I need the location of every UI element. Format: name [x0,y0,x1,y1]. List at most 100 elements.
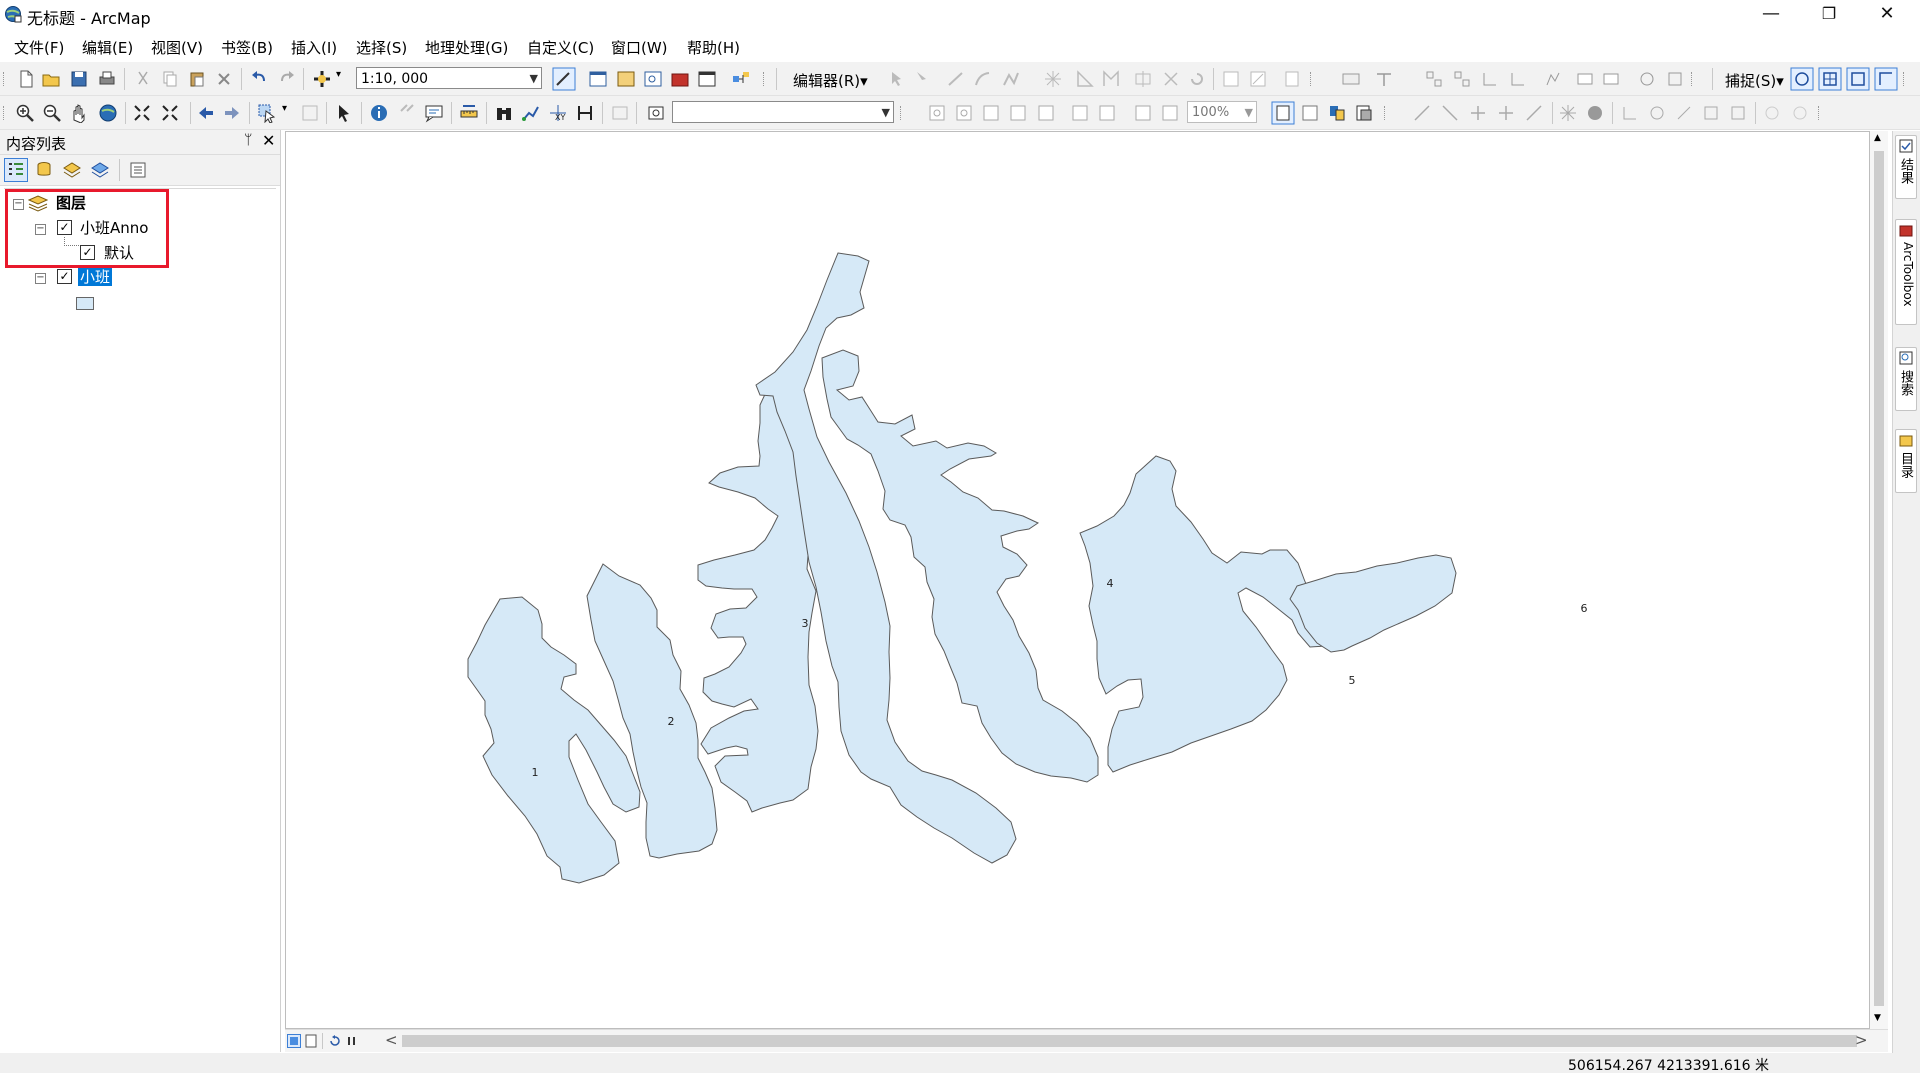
zoom-100-icon[interactable] [1036,103,1056,123]
layout-back-icon[interactable] [1133,103,1153,123]
minimize-button[interactable]: — [1748,0,1794,30]
sketch-properties-icon[interactable] [1248,69,1268,89]
go-forward-arrow-icon[interactable] [222,103,242,123]
find-binoculars-icon[interactable] [494,103,514,123]
toggle-draft-mode-icon[interactable] [1271,101,1295,125]
reshape-feature-icon[interactable] [1101,69,1121,89]
layout-pan-icon[interactable] [981,103,1001,123]
fixed-layout-zoom-out-icon[interactable] [1097,103,1117,123]
vertical-scroll-thumb[interactable] [1874,151,1884,1006]
end-point-arc-icon[interactable] [973,69,993,89]
layout-zoom-in-icon[interactable] [927,103,947,123]
scroll-up-arrow-icon[interactable]: ▲ [1874,133,1881,143]
menu-bookmarks[interactable]: 书签(B) [221,37,273,58]
toolbar-grip[interactable] [763,72,770,86]
pan-hand-icon[interactable] [69,103,89,123]
toolbar-grip[interactable] [3,106,10,120]
fixed-layout-zoom-in-icon[interactable] [1070,103,1090,123]
editor-menu-button[interactable]: 编辑器(R)▾ [793,70,868,91]
undo-icon[interactable] [249,69,269,89]
fixed-zoom-in-icon[interactable] [132,103,152,123]
save-icon[interactable] [69,69,89,89]
paste-icon[interactable] [187,69,207,89]
toolbar-grip[interactable] [1310,72,1317,86]
html-popup-icon[interactable] [424,103,444,123]
end-snapping-icon[interactable] [1818,67,1842,91]
spatial-tool-7-icon[interactable] [1790,103,1810,123]
add-data-dropdown-icon[interactable]: ▾ [336,69,341,80]
advanced-editing-icon[interactable] [1424,69,1444,89]
select-dropdown-icon[interactable]: ▾ [282,103,287,114]
generalize-icon[interactable] [1543,69,1563,89]
zoom-whole-page-icon[interactable] [1008,103,1028,123]
menu-edit[interactable]: 编辑(E) [82,37,133,58]
open-folder-icon[interactable] [41,69,61,89]
edge-snapping-icon[interactable] [1874,67,1898,91]
menu-customize[interactable]: 自定义(C) [527,37,594,58]
map-scale-combo[interactable]: 1:10, 000 ▼ [356,67,542,89]
go-back-arrow-icon[interactable] [196,103,216,123]
toc-close-icon[interactable]: ✕ [262,131,275,150]
layout-2-icon[interactable] [1601,69,1621,89]
snapping-menu-button[interactable]: 捕捉(S)▾ [1725,70,1784,91]
draw-rectangle-icon[interactable] [1412,103,1432,123]
magnifier-window-icon[interactable] [646,103,666,123]
pause-drawing-icon[interactable] [345,1034,359,1048]
scroll-left-arrow-icon[interactable]: < [385,1031,398,1049]
map-canvas[interactable]: 1 2 3 4 5 6 [286,132,1869,1028]
extend-tool-icon[interactable] [1480,69,1500,89]
find-route-icon[interactable] [521,103,541,123]
draw-cross-icon[interactable] [1496,103,1516,123]
spatial-tool-2-icon[interactable] [1647,103,1667,123]
toolbar-grip[interactable] [1903,72,1910,86]
data-driven-pages-icon[interactable] [1354,103,1374,123]
star-tool-icon[interactable] [1558,103,1578,123]
horizontal-scroll-thumb[interactable] [402,1035,1857,1047]
refresh-icon[interactable] [328,1034,342,1048]
layout-icon[interactable] [1575,69,1595,89]
select-features-icon[interactable] [257,103,277,123]
editor-toolbar-icon[interactable] [552,67,576,91]
toolbar-grip[interactable] [900,106,907,120]
point-tool-icon[interactable] [1043,69,1063,89]
sphere-tool-icon[interactable] [1585,103,1605,123]
go-to-xy-icon[interactable]: XY [548,103,568,123]
add-data-icon[interactable] [312,69,332,89]
table-of-contents-window-icon[interactable] [588,69,608,89]
catalog-window-icon[interactable] [616,69,636,89]
menu-selection[interactable]: 选择(S) [356,37,407,58]
toolbar-grip[interactable] [1691,72,1698,86]
list-by-drawing-order-icon[interactable] [4,158,28,182]
spatial-tool-5-icon[interactable] [1728,103,1748,123]
measure-ruler-icon[interactable] [459,103,479,123]
toc-options-icon[interactable] [128,160,148,180]
spatial-tool-3-icon[interactable] [1674,103,1694,123]
restore-button[interactable]: ❐ [1806,0,1852,30]
scroll-down-arrow-icon[interactable]: ▼ [1874,1013,1881,1023]
topology-icon[interactable] [1374,69,1394,89]
map-view[interactable]: 1 2 3 4 5 6 [285,131,1870,1029]
spatial-tool-4-icon[interactable] [1701,103,1721,123]
spatial-tool-1-icon[interactable] [1620,103,1640,123]
draw-angle-icon[interactable] [1524,103,1544,123]
straight-segment-icon[interactable] [946,69,966,89]
polygon-layer-visibility-checkbox[interactable]: ✓ [57,269,72,284]
draw-line-icon[interactable] [1440,103,1460,123]
search-tab[interactable]: 搜索 [1895,347,1917,411]
arctoolbox-window-icon[interactable] [670,69,690,89]
edit-annotation-tool-icon[interactable] [912,69,932,89]
search-window-icon[interactable] [643,69,663,89]
zoom-in-icon[interactable] [15,103,35,123]
new-document-icon[interactable] [16,69,36,89]
clear-selection-icon[interactable] [300,103,320,123]
point-snapping-icon[interactable] [1790,67,1814,91]
data-view-toggle-icon[interactable] [287,1034,301,1048]
layout-zoom-out-icon[interactable] [954,103,974,123]
menu-view[interactable]: 视图(V) [151,37,203,58]
layout-view-toggle-icon[interactable] [304,1034,318,1048]
hyperlink-icon[interactable] [397,103,417,123]
split-tool-icon[interactable] [1161,69,1181,89]
trace-icon[interactable] [1001,69,1021,89]
vertex-snapping-icon[interactable] [1846,67,1870,91]
list-by-source-icon[interactable] [34,160,54,180]
